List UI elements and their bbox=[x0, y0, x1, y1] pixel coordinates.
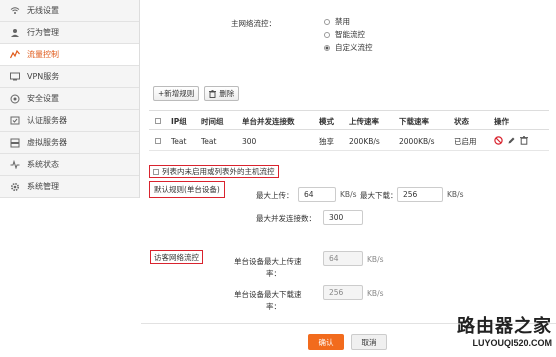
guest-download-label-line2: 率： bbox=[266, 302, 281, 311]
sidebar-item-virtual-server[interactable]: 虚拟服务器 bbox=[0, 132, 139, 154]
guest-upload-input[interactable]: 64 bbox=[323, 251, 363, 266]
mode-radio-group: 禁用 智能流控 自定义流控 bbox=[324, 15, 373, 54]
radio-dot[interactable] bbox=[324, 31, 330, 38]
sidebar-item-label: 流量控制 bbox=[27, 50, 59, 59]
guest-upload-unit: KB/s bbox=[367, 255, 384, 264]
sidebar-item-wireless[interactable]: 无线设置 bbox=[0, 0, 139, 22]
guest-flow-title: 访客网络流控 bbox=[150, 250, 203, 264]
table-toolbar: +新增规则 删除 bbox=[153, 86, 240, 101]
cell-time-group: Teat bbox=[201, 136, 217, 146]
delete-button[interactable]: 删除 bbox=[204, 86, 240, 101]
default-rule-title: 默认规则(单台设备) bbox=[149, 181, 225, 198]
watermark-url: LUYOUQI520.COM bbox=[472, 338, 552, 348]
guest-download-input[interactable]: 256 bbox=[323, 285, 363, 300]
table-header: IP组 时间组 单台并发连接数 模式 上传速率 下载速率 状态 操作 bbox=[149, 110, 549, 130]
radio-label: 智能流控 bbox=[335, 30, 365, 39]
header-actions: 操作 bbox=[494, 116, 509, 126]
sidebar-item-system-admin[interactable]: 系统管理 bbox=[0, 176, 139, 198]
delete-label: 删除 bbox=[219, 89, 235, 98]
vpn-icon bbox=[8, 71, 22, 83]
header-download: 下载速率 bbox=[399, 116, 429, 126]
max-download-unit: KB/s bbox=[447, 190, 464, 199]
guest-download-unit: KB/s bbox=[367, 289, 384, 298]
guest-upload-label-line2: 率： bbox=[266, 269, 281, 278]
max-upload-label: 最大上传： bbox=[256, 191, 294, 200]
add-rule-button[interactable]: +新增规则 bbox=[153, 86, 200, 101]
header-concurrency: 单台并发连接数 bbox=[242, 116, 295, 126]
server-icon bbox=[8, 137, 22, 149]
header-time-group: 时间组 bbox=[201, 116, 224, 126]
guest-upload-label: 单台设备最大上传速 bbox=[234, 257, 302, 266]
cell-status: 已启用 bbox=[454, 136, 477, 146]
pulse-icon bbox=[8, 159, 22, 171]
cell-upload: 200KB/s bbox=[349, 136, 380, 146]
disable-icon[interactable] bbox=[494, 135, 503, 147]
cell-concurrency: 300 bbox=[242, 136, 257, 146]
sidebar-item-label: 认证服务器 bbox=[27, 116, 67, 125]
trash-icon[interactable] bbox=[520, 135, 528, 147]
sidebar-item-label: VPN服务 bbox=[27, 72, 60, 81]
cell-ip-group: Teat bbox=[171, 136, 187, 146]
radio-label: 禁用 bbox=[335, 17, 350, 26]
header-status: 状态 bbox=[454, 116, 469, 126]
header-mode: 模式 bbox=[319, 116, 334, 126]
auth-icon bbox=[8, 115, 22, 127]
sidebar-item-label: 系统状态 bbox=[27, 160, 59, 169]
max-upload-unit: KB/s bbox=[340, 190, 357, 199]
sidebar-item-system-status[interactable]: 系统状态 bbox=[0, 154, 139, 176]
max-conn-input[interactable]: 300 bbox=[323, 210, 363, 225]
watermark-title: 路由器之家 bbox=[457, 316, 552, 337]
radio-custom[interactable]: 自定义流控 bbox=[324, 41, 373, 54]
sidebar-item-security[interactable]: 安全设置 bbox=[0, 88, 139, 110]
cancel-button[interactable]: 取消 bbox=[351, 334, 387, 350]
sidebar-empty-area bbox=[0, 198, 140, 357]
row-checkbox[interactable] bbox=[155, 131, 161, 151]
unlisted-hosts-label: 列表内未启用或列表外的主机流控 bbox=[162, 167, 275, 176]
edit-icon[interactable] bbox=[507, 136, 516, 147]
mode-label: 主网络流控： bbox=[231, 19, 276, 28]
radio-label: 自定义流控 bbox=[335, 43, 373, 52]
radio-dot[interactable] bbox=[324, 44, 330, 51]
cell-actions bbox=[494, 131, 528, 151]
max-download-label: 最大下载： bbox=[360, 191, 398, 200]
user-icon bbox=[8, 27, 22, 39]
wifi-icon bbox=[8, 5, 22, 17]
gear-icon bbox=[8, 181, 22, 193]
sidebar-item-vpn[interactable]: VPN服务 bbox=[0, 66, 139, 88]
sidebar-item-auth-server[interactable]: 认证服务器 bbox=[0, 110, 139, 132]
table-row[interactable]: Teat Teat 300 独享 200KB/s 2000KB/s 已启用 bbox=[149, 131, 549, 151]
max-upload-input[interactable]: 64 bbox=[298, 187, 336, 202]
unlisted-hosts-checkbox[interactable] bbox=[153, 168, 159, 175]
sidebar-item-label: 虚拟服务器 bbox=[27, 138, 67, 147]
cell-download: 2000KB/s bbox=[399, 136, 435, 146]
sidebar-item-label: 无线设置 bbox=[27, 6, 59, 15]
sidebar-item-label: 安全设置 bbox=[27, 94, 59, 103]
max-download-input[interactable]: 256 bbox=[397, 187, 443, 202]
confirm-button[interactable]: 确认 bbox=[308, 334, 344, 350]
select-all-checkbox[interactable] bbox=[155, 111, 161, 131]
main-panel: 主网络流控： 禁用 智能流控 自定义流控 +新增规则 删除 IP组 时间组 单台… bbox=[141, 0, 556, 357]
header-upload: 上传速率 bbox=[349, 116, 379, 126]
unlisted-hosts-toggle[interactable]: 列表内未启用或列表外的主机流控 bbox=[149, 165, 279, 178]
radio-smart[interactable]: 智能流控 bbox=[324, 28, 373, 41]
max-conn-label: 最大并发连接数： bbox=[256, 214, 316, 223]
trash-icon bbox=[209, 89, 217, 98]
sidebar: 无线设置 行为管理 流量控制 VPN服务 安全设置 认证服务器 虚拟服务器 系统… bbox=[0, 0, 140, 357]
traffic-icon bbox=[8, 49, 22, 61]
sidebar-item-label: 行为管理 bbox=[27, 28, 59, 37]
radio-disabled[interactable]: 禁用 bbox=[324, 15, 373, 28]
header-ip-group: IP组 bbox=[171, 116, 187, 126]
watermark-logo: 路由器之家 LUYOUQI520.COM bbox=[457, 312, 552, 348]
radio-dot[interactable] bbox=[324, 18, 330, 25]
sidebar-item-traffic[interactable]: 流量控制 bbox=[0, 44, 139, 66]
guest-download-label: 单台设备最大下载速 bbox=[234, 290, 302, 299]
cell-mode: 独享 bbox=[319, 136, 334, 146]
sidebar-item-label: 系统管理 bbox=[27, 182, 59, 191]
shield-icon bbox=[8, 93, 22, 105]
sidebar-item-behavior[interactable]: 行为管理 bbox=[0, 22, 139, 44]
